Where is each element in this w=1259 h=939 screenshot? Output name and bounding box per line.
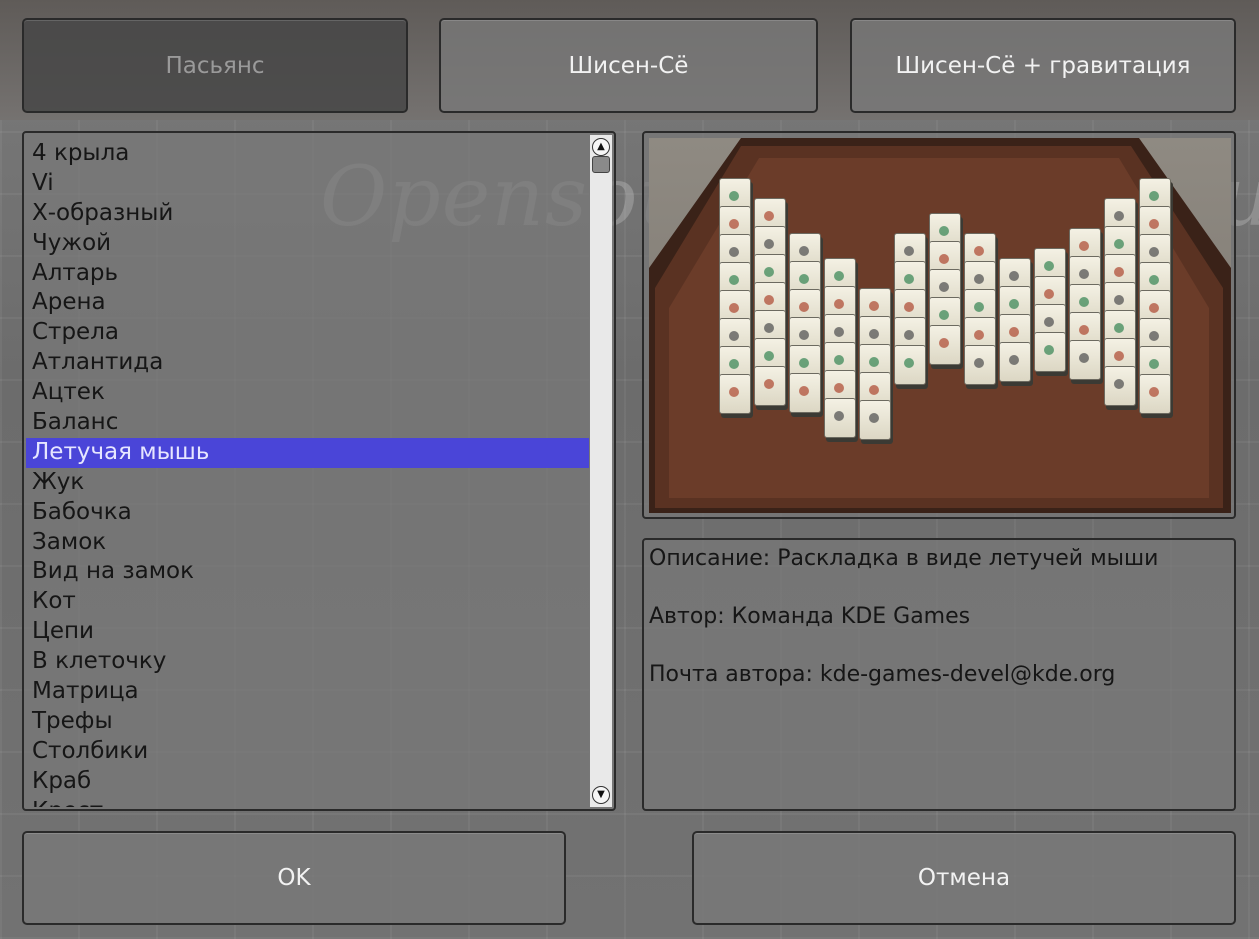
- mahjong-tile: [1139, 374, 1171, 414]
- list-item[interactable]: Алтарь: [26, 259, 610, 289]
- layout-list[interactable]: 4 крыла Vi Х-образный Чужой Алтарь Арена Стрел…: [26, 139, 610, 807]
- mahjong-tile: [754, 366, 786, 406]
- cancel-button[interactable]: Отмена: [692, 831, 1236, 925]
- tab-solitaire-label: Пасьянс: [165, 52, 265, 79]
- scroll-thumb[interactable]: [592, 156, 610, 173]
- list-item[interactable]: Жук: [26, 468, 610, 498]
- tab-shisen-sho-label: Шисен-Сё: [568, 52, 689, 79]
- list-item[interactable]: Арена: [26, 288, 610, 318]
- mahjong-tile: [1069, 340, 1101, 380]
- list-item[interactable]: Чужой: [26, 229, 610, 259]
- list-item[interactable]: Стрела: [26, 318, 610, 348]
- mahjong-tile: [1034, 332, 1066, 372]
- list-item[interactable]: Краб: [26, 767, 610, 797]
- mahjong-tile: [929, 325, 961, 365]
- list-item[interactable]: Вид на замок: [26, 557, 610, 587]
- layout-list-scrollbar[interactable]: ▲ ▼: [589, 135, 612, 807]
- list-item[interactable]: Столбики: [26, 737, 610, 767]
- tab-solitaire[interactable]: Пасьянс: [22, 18, 408, 113]
- layout-preview-image: [649, 138, 1231, 513]
- mahjong-tile: [824, 398, 856, 438]
- mahjong-tile: [894, 345, 926, 385]
- layout-preview-panel: [642, 131, 1236, 519]
- list-item[interactable]: Крест: [26, 797, 610, 807]
- mahjong-tile: [1104, 366, 1136, 406]
- ok-button[interactable]: OK: [22, 831, 566, 925]
- layout-info-panel: Описание: Раскладка в виде летучей мыши …: [642, 538, 1236, 811]
- layout-info: Описание: Раскладка в виде летучей мыши …: [649, 544, 1226, 718]
- list-item[interactable]: Х-образный: [26, 199, 610, 229]
- list-item[interactable]: Ацтек: [26, 378, 610, 408]
- list-item[interactable]: 4 крыла: [26, 139, 610, 169]
- mahjong-tile: [859, 400, 891, 440]
- tab-shisen-sho-gravity-label: Шисен-Сё + гравитация: [895, 52, 1191, 79]
- cancel-button-label: Отмена: [917, 865, 1011, 891]
- list-item[interactable]: Трефы: [26, 707, 610, 737]
- layout-author: Автор: Команда KDE Games: [649, 604, 971, 629]
- list-item[interactable]: Баланс: [26, 408, 610, 438]
- mahjong-tile: [999, 342, 1031, 382]
- list-item[interactable]: Бабочка: [26, 498, 610, 528]
- ok-button-label: OK: [277, 865, 311, 891]
- list-item[interactable]: Замок: [26, 528, 610, 558]
- mahjong-tile: [789, 373, 821, 413]
- tab-shisen-sho-gravity[interactable]: Шисен-Сё + гравитация: [850, 18, 1236, 113]
- layout-description: Описание: Раскладка в виде летучей мыши: [649, 546, 1159, 571]
- list-item[interactable]: Летучая мышь: [26, 437, 610, 468]
- layout-list-panel: 4 крыла Vi Х-образный Чужой Алтарь Арена Стрел…: [22, 131, 616, 811]
- list-item[interactable]: Цепи: [26, 617, 610, 647]
- mahjong-tile: [719, 374, 751, 414]
- mahjong-tile: [964, 345, 996, 385]
- list-item[interactable]: Vi: [26, 169, 610, 199]
- list-item[interactable]: Матрица: [26, 677, 610, 707]
- scroll-up-icon[interactable]: ▲: [592, 138, 610, 156]
- tab-shisen-sho[interactable]: Шисен-Сё: [439, 18, 818, 113]
- scroll-down-icon[interactable]: ▼: [592, 786, 610, 804]
- list-item[interactable]: Атлантида: [26, 348, 610, 378]
- layout-email: Почта автора: kde-games-devel@kde.org: [649, 662, 1116, 687]
- list-item[interactable]: Кот: [26, 587, 610, 617]
- list-item[interactable]: В клеточку: [26, 647, 610, 677]
